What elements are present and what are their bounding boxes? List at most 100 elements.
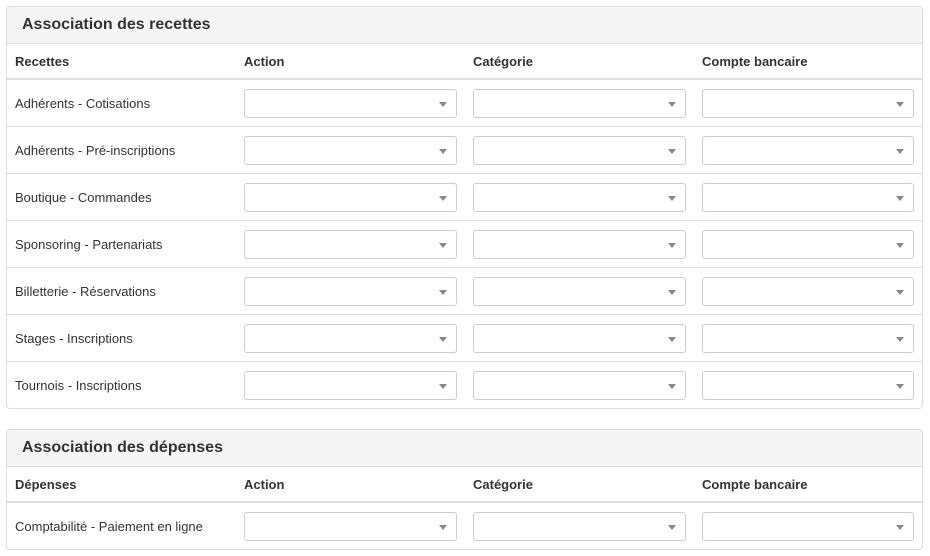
chevron-down-icon bbox=[896, 195, 904, 201]
row-label: Adhérents - Pré-inscriptions bbox=[15, 142, 176, 158]
action-select[interactable] bbox=[244, 229, 457, 259]
column-header-action: Action bbox=[244, 476, 285, 492]
action-select[interactable] bbox=[244, 88, 457, 118]
categorie-select-cell bbox=[465, 362, 694, 409]
chevron-down-icon bbox=[896, 336, 904, 342]
compte-bancaire-select[interactable] bbox=[702, 371, 914, 400]
recettes-panel-title: Association des recettes bbox=[22, 16, 211, 33]
action-select[interactable] bbox=[244, 512, 457, 541]
depenses-panel-title: Association des dépenses bbox=[22, 439, 223, 456]
action-select[interactable] bbox=[244, 276, 457, 306]
table-row: Billetterie - Réservations bbox=[7, 268, 922, 315]
recettes-table-body: Adhérents - Cotisations Adhérents - Pré-i… bbox=[7, 80, 922, 409]
table-row: Adhérents - Cotisations bbox=[7, 80, 922, 127]
recettes-panel-heading: Association des recettes bbox=[7, 7, 922, 44]
chevron-down-icon bbox=[439, 336, 447, 342]
categorie-select[interactable] bbox=[473, 182, 686, 212]
depenses-table-header: Dépenses Action Catégorie Compte bancair… bbox=[7, 467, 922, 503]
chevron-down-icon bbox=[668, 242, 676, 248]
column-header-categorie: Catégorie bbox=[473, 53, 533, 69]
chevron-down-icon bbox=[668, 384, 676, 389]
column-header-categorie: Catégorie bbox=[473, 476, 533, 492]
action-select[interactable] bbox=[244, 323, 457, 353]
chevron-down-icon bbox=[668, 525, 676, 530]
table-row: Comptabilité - Paiement en ligne bbox=[7, 503, 922, 550]
categorie-select-cell bbox=[465, 221, 694, 267]
compte-bancaire-select-cell bbox=[694, 221, 922, 267]
table-row: Tournois - Inscriptions bbox=[7, 362, 922, 409]
chevron-down-icon bbox=[439, 101, 447, 107]
compte-bancaire-select[interactable] bbox=[702, 229, 914, 259]
table-row: Stages - Inscriptions bbox=[7, 315, 922, 362]
chevron-down-icon bbox=[896, 384, 904, 389]
compte-bancaire-select[interactable] bbox=[702, 276, 914, 306]
categorie-select[interactable] bbox=[473, 88, 686, 118]
chevron-down-icon bbox=[896, 242, 904, 248]
depenses-table: Dépenses Action Catégorie Compte bancair… bbox=[7, 467, 922, 550]
column-header-action: Action bbox=[244, 53, 285, 69]
compte-bancaire-select[interactable] bbox=[702, 88, 914, 118]
compte-bancaire-select-cell bbox=[694, 268, 922, 314]
row-label: Sponsoring - Partenariats bbox=[15, 236, 163, 252]
column-header-compte-bancaire: Compte bancaire bbox=[702, 53, 808, 69]
table-row: Sponsoring - Partenariats bbox=[7, 221, 922, 268]
categorie-select[interactable] bbox=[473, 135, 686, 165]
action-select-cell bbox=[236, 80, 465, 126]
depenses-panel-heading: Association des dépenses bbox=[7, 430, 922, 467]
recettes-table: Recettes Action Catégorie Compte bancair… bbox=[7, 44, 922, 409]
chevron-down-icon bbox=[668, 336, 676, 342]
compte-bancaire-select[interactable] bbox=[702, 182, 914, 212]
chevron-down-icon bbox=[668, 148, 676, 154]
action-select-cell bbox=[236, 221, 465, 267]
chevron-down-icon bbox=[896, 289, 904, 295]
chevron-down-icon bbox=[439, 195, 447, 201]
table-row: Adhérents - Pré-inscriptions bbox=[7, 127, 922, 174]
chevron-down-icon bbox=[668, 101, 676, 107]
action-select[interactable] bbox=[244, 371, 457, 400]
categorie-select[interactable] bbox=[473, 512, 686, 541]
compte-bancaire-select-cell bbox=[694, 315, 922, 361]
action-select[interactable] bbox=[244, 135, 457, 165]
categorie-select[interactable] bbox=[473, 229, 686, 259]
depenses-table-body: Comptabilité - Paiement en ligne bbox=[7, 503, 922, 550]
action-select-cell bbox=[236, 127, 465, 173]
compte-bancaire-select-cell bbox=[694, 127, 922, 173]
row-label: Comptabilité - Paiement en ligne bbox=[15, 519, 203, 534]
compte-bancaire-select[interactable] bbox=[702, 512, 914, 541]
categorie-select[interactable] bbox=[473, 371, 686, 400]
chevron-down-icon bbox=[896, 148, 904, 154]
recettes-panel: Association des recettes Recettes Action… bbox=[6, 6, 923, 409]
row-label: Billetterie - Réservations bbox=[15, 283, 156, 299]
action-select[interactable] bbox=[244, 182, 457, 212]
chevron-down-icon bbox=[668, 195, 676, 201]
categorie-select-cell bbox=[465, 503, 694, 550]
compte-bancaire-select-cell bbox=[694, 80, 922, 126]
chevron-down-icon bbox=[668, 289, 676, 295]
chevron-down-icon bbox=[439, 525, 447, 530]
row-label: Stages - Inscriptions bbox=[15, 330, 133, 346]
row-label: Adhérents - Cotisations bbox=[15, 95, 151, 111]
categorie-select-cell bbox=[465, 174, 694, 220]
chevron-down-icon bbox=[896, 101, 904, 107]
action-select-cell bbox=[236, 362, 465, 409]
chevron-down-icon bbox=[439, 289, 447, 295]
column-header-compte-bancaire: Compte bancaire bbox=[702, 476, 808, 492]
compte-bancaire-select-cell bbox=[694, 503, 922, 550]
chevron-down-icon bbox=[439, 148, 447, 154]
row-label: Tournois - Inscriptions bbox=[15, 378, 142, 393]
categorie-select-cell bbox=[465, 268, 694, 314]
categorie-select-cell bbox=[465, 80, 694, 126]
chevron-down-icon bbox=[896, 525, 904, 530]
chevron-down-icon bbox=[439, 242, 447, 248]
categorie-select[interactable] bbox=[473, 276, 686, 306]
action-select-cell bbox=[236, 174, 465, 220]
compte-bancaire-select-cell bbox=[694, 362, 922, 409]
row-label: Boutique - Commandes bbox=[15, 189, 152, 205]
categorie-select[interactable] bbox=[473, 323, 686, 353]
depenses-panel: Association des dépenses Dépenses Action… bbox=[6, 429, 923, 550]
recettes-table-header: Recettes Action Catégorie Compte bancair… bbox=[7, 44, 922, 80]
categorie-select-cell bbox=[465, 315, 694, 361]
compte-bancaire-select[interactable] bbox=[702, 135, 914, 165]
chevron-down-icon bbox=[439, 384, 447, 389]
compte-bancaire-select[interactable] bbox=[702, 323, 914, 353]
